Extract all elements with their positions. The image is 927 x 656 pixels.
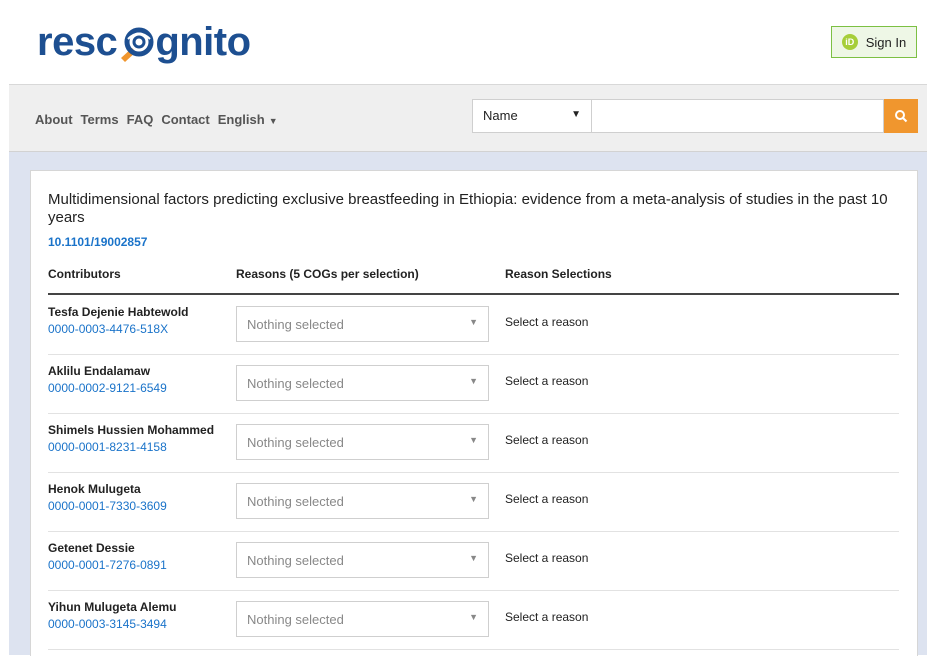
search-type-select[interactable]: Name ▼ bbox=[472, 99, 592, 133]
nav-about[interactable]: About bbox=[35, 112, 73, 127]
reason-select[interactable]: Nothing selected ▼ bbox=[236, 424, 489, 460]
contributor-row: Getenet Dessie 0000-0001-7276-0891 Nothi… bbox=[48, 531, 899, 591]
contributor-orcid-link[interactable]: 0000-0003-3145-3494 bbox=[48, 617, 167, 631]
contributor-row: Tesfa Dejenie Habtewold 0000-0003-4476-5… bbox=[48, 295, 899, 355]
search-icon bbox=[895, 110, 908, 123]
contributor-row: Aklilu Endalamaw 0000-0002-9121-6549 Not… bbox=[48, 354, 899, 414]
contributor-name: Getenet Dessie bbox=[48, 541, 135, 555]
reason-select[interactable]: Nothing selected ▼ bbox=[236, 542, 489, 578]
paper-doi-link[interactable]: 10.1101/19002857 bbox=[48, 235, 147, 249]
contributor-name: Tesfa Dejenie Habtewold bbox=[48, 305, 189, 319]
contributor-name: Henok Mulugeta bbox=[48, 482, 141, 496]
nav-bar: About Terms FAQ Contact English ▼ Name ▼ bbox=[9, 85, 927, 152]
reason-select-value: Nothing selected bbox=[247, 376, 344, 391]
reason-select-value: Nothing selected bbox=[247, 612, 344, 627]
logo-text-left: resc bbox=[37, 19, 118, 64]
caret-down-icon: ▼ bbox=[469, 553, 478, 563]
nav-terms[interactable]: Terms bbox=[81, 112, 119, 127]
contributor-name: Yihun Mulugeta Alemu bbox=[48, 600, 177, 614]
contributor-orcid-link[interactable]: 0000-0001-8231-4158 bbox=[48, 440, 167, 454]
caret-down-icon: ▼ bbox=[469, 435, 478, 445]
reason-select[interactable]: Nothing selected ▼ bbox=[236, 306, 489, 342]
nav-faq[interactable]: FAQ bbox=[127, 112, 154, 127]
reason-select-value: Nothing selected bbox=[247, 553, 344, 568]
reason-selection-text: Select a reason bbox=[505, 433, 589, 447]
sign-in-label: Sign In bbox=[865, 34, 907, 50]
site-logo[interactable]: resc gnito bbox=[37, 20, 251, 64]
contributor-name: Aklilu Endalamaw bbox=[48, 364, 151, 378]
contributor-orcid-link[interactable]: 0000-0001-7330-3609 bbox=[48, 499, 167, 513]
caret-down-icon: ▼ bbox=[571, 109, 581, 120]
caret-down-icon: ▼ bbox=[268, 115, 278, 126]
reason-selection-text: Select a reason bbox=[505, 492, 589, 506]
column-header-contributors: Contributors bbox=[48, 267, 121, 281]
paper-title: Multidimensional factors predicting excl… bbox=[48, 191, 888, 226]
reason-select[interactable]: Nothing selected ▼ bbox=[236, 483, 489, 519]
search-button[interactable] bbox=[884, 99, 918, 133]
reason-select-value: Nothing selected bbox=[247, 435, 344, 450]
caret-down-icon: ▼ bbox=[469, 317, 478, 327]
contributor-orcid-link[interactable]: 0000-0001-7276-0891 bbox=[48, 558, 167, 572]
reason-select[interactable]: Nothing selected ▼ bbox=[236, 601, 489, 637]
magnifier-mark-icon bbox=[118, 20, 154, 64]
column-header-reasons: Reasons (5 COGs per selection) bbox=[236, 267, 419, 281]
column-header-reason-selections: Reason Selections bbox=[505, 267, 612, 281]
reason-select-value: Nothing selected bbox=[247, 494, 344, 509]
search-type-value: Name bbox=[483, 108, 518, 123]
contributor-row: Henok Mulugeta 0000-0001-7330-3609 Nothi… bbox=[48, 472, 899, 532]
logo-text-right: gnito bbox=[155, 19, 251, 64]
contributor-orcid-link[interactable]: 0000-0002-9121-6549 bbox=[48, 381, 167, 395]
nav-language-label: English bbox=[217, 112, 265, 127]
contributor-orcid-link[interactable]: 0000-0003-4476-518X bbox=[48, 322, 168, 336]
reason-selection-text: Select a reason bbox=[505, 610, 589, 624]
nav-contact[interactable]: Contact bbox=[161, 112, 209, 127]
contributor-row: Yihun Mulugeta Alemu 0000-0003-3145-3494… bbox=[48, 590, 899, 650]
caret-down-icon: ▼ bbox=[469, 376, 478, 386]
contributor-row: Shimels Hussien Mohammed 0000-0001-8231-… bbox=[48, 413, 899, 473]
nav-links: About Terms FAQ Contact English ▼ bbox=[35, 112, 278, 127]
nav-language-dropdown[interactable]: English ▼ bbox=[218, 112, 278, 127]
caret-down-icon: ▼ bbox=[469, 494, 478, 504]
caret-down-icon: ▼ bbox=[469, 612, 478, 622]
reason-select-value: Nothing selected bbox=[247, 317, 344, 332]
reason-selection-text: Select a reason bbox=[505, 315, 589, 329]
site-header: resc gnito iD Sign In bbox=[9, 0, 927, 85]
sign-in-button[interactable]: iD Sign In bbox=[831, 26, 917, 58]
reason-select[interactable]: Nothing selected ▼ bbox=[236, 365, 489, 401]
orcid-icon: iD bbox=[841, 34, 858, 50]
reason-selection-text: Select a reason bbox=[505, 551, 589, 565]
reason-selection-text: Select a reason bbox=[505, 374, 589, 388]
paper-card: Multidimensional factors predicting excl… bbox=[30, 170, 918, 656]
contributor-name: Shimels Hussien Mohammed bbox=[48, 423, 215, 437]
search-input[interactable] bbox=[592, 99, 884, 133]
